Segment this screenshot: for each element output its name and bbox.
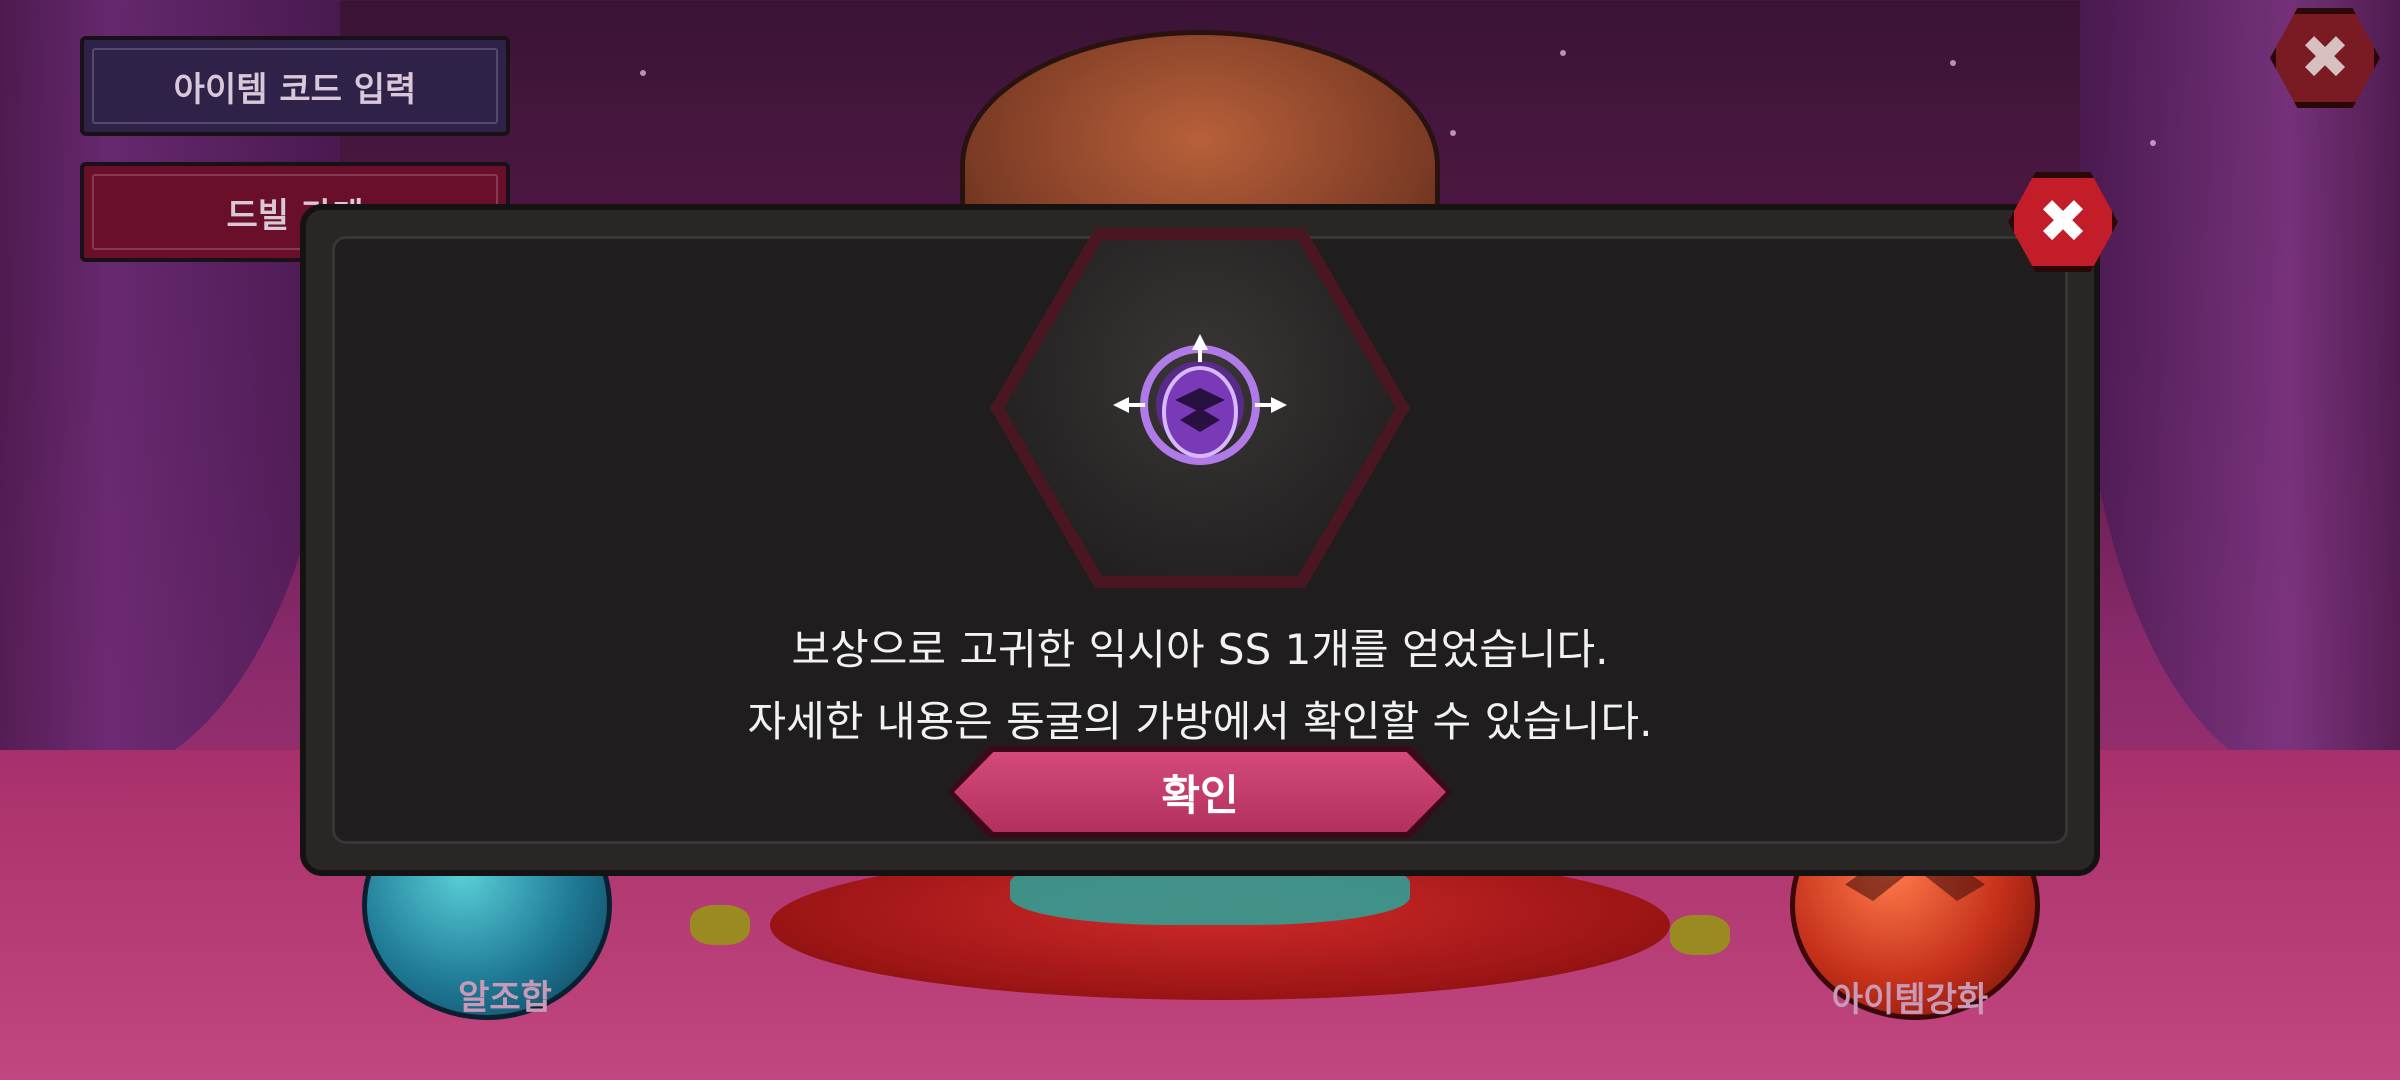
close-icon: ✖ [2299,23,2351,93]
curtain-right [2080,0,2400,780]
item-upgrade-label: 아이템강화 [1831,980,1989,1020]
tassel-left [690,905,750,945]
purple-emblem-icon [1113,334,1287,465]
sparkle [1450,130,1456,136]
close-icon: ✖ [2037,187,2089,257]
reward-message-line1: 보상으로 고귀한 익시아 SS 1개를 얻었습니다. [791,625,1609,674]
screen-close-button[interactable]: ✖ [2270,8,2380,108]
item-code-button[interactable]: 아이템 코드 입력 [80,36,510,136]
confirm-label: 확인 [1161,770,1239,820]
sparkle [640,70,646,76]
sparkle [1950,60,1956,66]
sparkle [2150,140,2156,146]
item-code-label: 아이템 코드 입력 [173,69,417,110]
reward-message-line2: 자세한 내용은 동굴의 가방에서 확인할 수 있습니다. [747,697,1653,746]
confirm-button[interactable]: 확인 [948,746,1452,838]
sparkle [1560,50,1566,56]
tassel-right [1670,915,1730,955]
dialog-close-button[interactable]: ✖ [2008,172,2118,272]
alchemy-label: 알조합 [458,978,552,1018]
